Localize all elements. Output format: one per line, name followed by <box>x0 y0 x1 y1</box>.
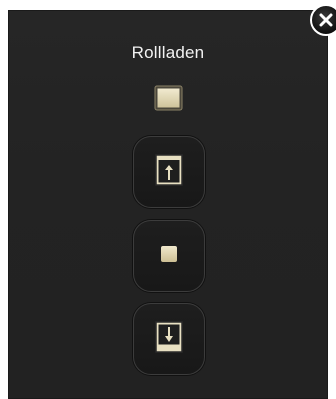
blind-down-icon <box>155 320 183 358</box>
blind-up-button[interactable] <box>133 136 205 208</box>
stop-button[interactable] <box>133 220 205 292</box>
top-strip <box>0 0 336 10</box>
close-icon <box>319 13 333 27</box>
close-button[interactable] <box>310 4 336 36</box>
blind-down-button[interactable] <box>133 303 205 375</box>
dialog-title: Rollladen <box>131 43 205 62</box>
stop-icon <box>160 245 178 268</box>
blind-up-icon <box>155 153 183 191</box>
blind-status-icon <box>154 85 183 111</box>
